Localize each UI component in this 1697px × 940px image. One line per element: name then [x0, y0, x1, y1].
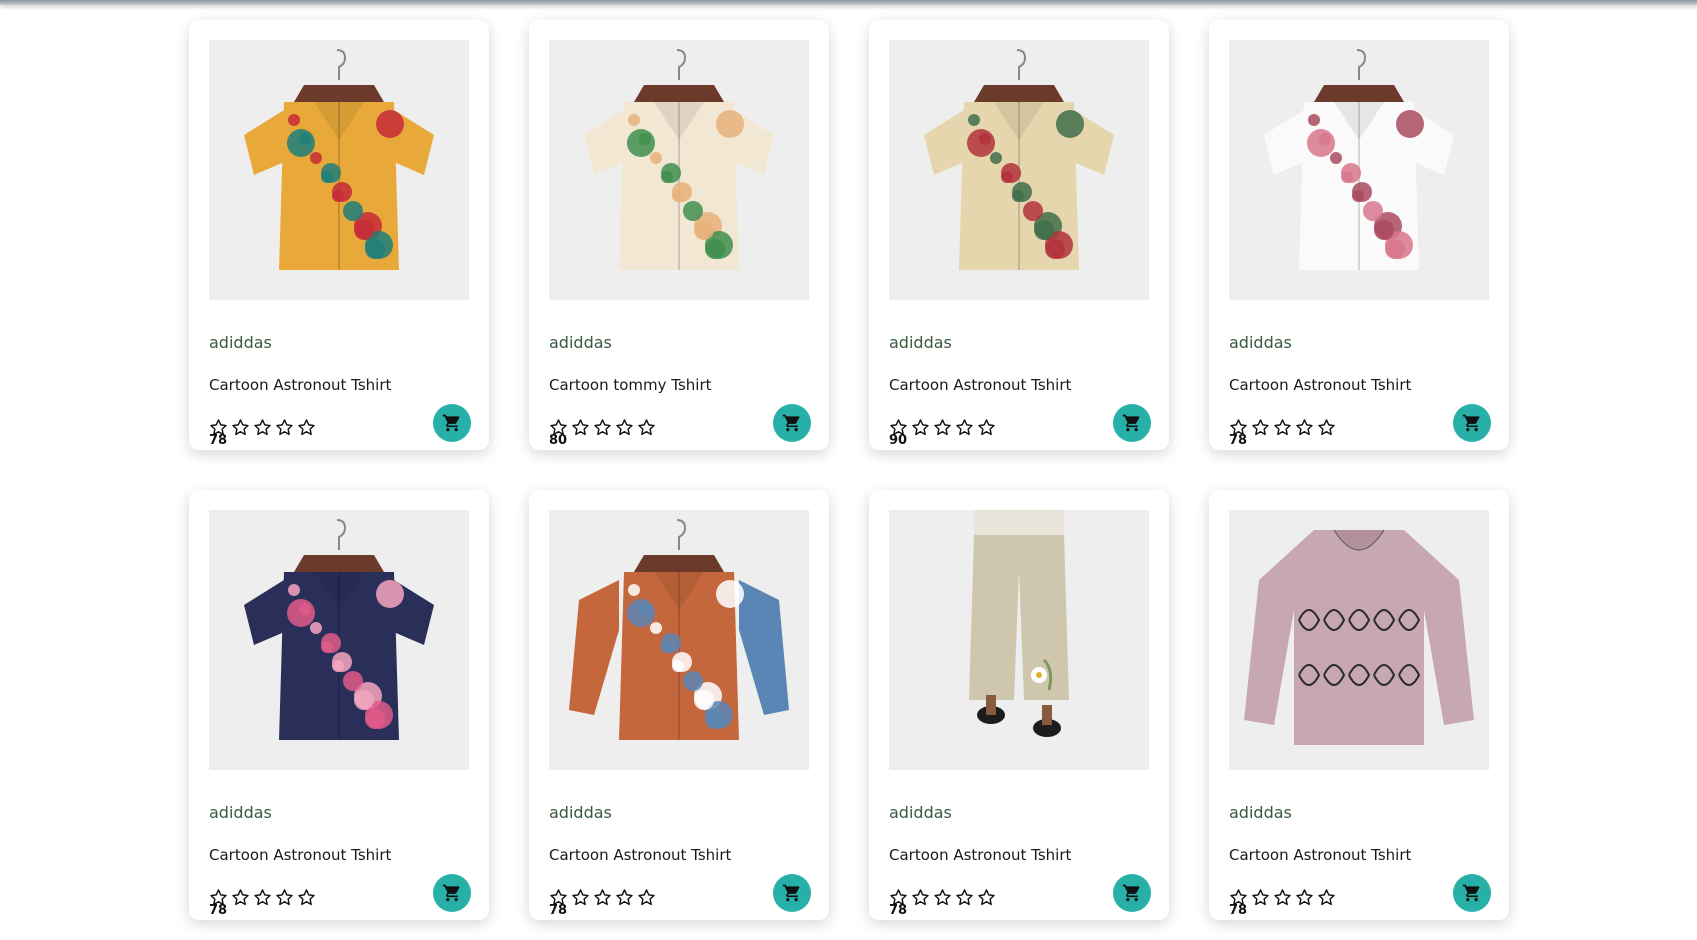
shopping-cart-icon	[1462, 883, 1482, 903]
product-card[interactable]: adiddas Cartoon tommy Tshirt 80	[529, 20, 829, 450]
star-outline-icon[interactable]	[571, 418, 590, 441]
shopping-cart-icon	[1122, 413, 1142, 433]
add-to-cart-button[interactable]	[1113, 404, 1151, 442]
linen-pants-beige-illustration	[969, 510, 1069, 737]
star-outline-icon[interactable]	[571, 888, 590, 911]
product-brand: adiddas	[209, 803, 272, 822]
star-outline-icon[interactable]	[1295, 888, 1314, 911]
product-price: 78	[1229, 433, 1248, 448]
star-outline-icon[interactable]	[955, 418, 974, 441]
product-image[interactable]	[889, 40, 1149, 300]
floral-shirt-beige-red-illustration	[924, 49, 1114, 270]
product-title[interactable]: Cartoon Astronout Tshirt	[549, 846, 731, 864]
add-to-cart-button[interactable]	[1453, 404, 1491, 442]
star-outline-icon[interactable]	[593, 888, 612, 911]
star-outline-icon[interactable]	[637, 418, 656, 441]
product-title[interactable]: Cartoon Astronout Tshirt	[1229, 376, 1411, 394]
product-image[interactable]	[209, 40, 469, 300]
star-outline-icon[interactable]	[297, 888, 316, 911]
product-title[interactable]: Cartoon Astronout Tshirt	[889, 846, 1071, 864]
star-outline-icon[interactable]	[637, 888, 656, 911]
product-brand: adiddas	[1229, 333, 1292, 352]
star-outline-icon[interactable]	[933, 418, 952, 441]
star-outline-icon[interactable]	[1295, 418, 1314, 441]
add-to-cart-button[interactable]	[1113, 874, 1151, 912]
product-brand: adiddas	[209, 333, 272, 352]
add-to-cart-button[interactable]	[773, 404, 811, 442]
add-to-cart-button[interactable]	[773, 874, 811, 912]
shopping-cart-icon	[782, 883, 802, 903]
product-price: 78	[209, 903, 228, 918]
product-title[interactable]: Cartoon tommy Tshirt	[549, 376, 712, 394]
product-price: 90	[889, 433, 908, 448]
top-navbar-edge	[0, 0, 1697, 5]
star-outline-icon[interactable]	[615, 418, 634, 441]
product-price: 78	[549, 903, 568, 918]
shopping-cart-icon	[782, 413, 802, 433]
product-image[interactable]	[889, 510, 1149, 770]
star-outline-icon[interactable]	[1273, 888, 1292, 911]
product-card[interactable]: adiddas Cartoon Astronout Tshirt 78	[1209, 490, 1509, 920]
star-outline-icon[interactable]	[1251, 418, 1270, 441]
add-to-cart-button[interactable]	[433, 404, 471, 442]
cat-print-blouse-mauve-illustration	[1244, 529, 1474, 745]
product-card[interactable]: adiddas Cartoon Astronout Tshirt 78	[1209, 20, 1509, 450]
product-title[interactable]: Cartoon Astronout Tshirt	[889, 376, 1071, 394]
product-title[interactable]: Cartoon Astronout Tshirt	[209, 846, 391, 864]
product-brand: adiddas	[889, 333, 952, 352]
star-outline-icon[interactable]	[1317, 418, 1336, 441]
product-image[interactable]	[1229, 510, 1489, 770]
product-card[interactable]: adiddas Cartoon Astronout Tshirt 78	[189, 490, 489, 920]
star-outline-icon[interactable]	[911, 888, 930, 911]
product-card[interactable]: adiddas Cartoon Astronout Tshirt 78	[189, 20, 489, 450]
star-outline-icon[interactable]	[231, 888, 250, 911]
shopping-cart-icon	[1122, 883, 1142, 903]
star-outline-icon[interactable]	[231, 418, 250, 441]
blossom-shirt-white-pink-illustration	[1264, 49, 1454, 270]
add-to-cart-button[interactable]	[433, 874, 471, 912]
colorblock-shirt-rust-denim-illustration	[569, 519, 789, 740]
star-outline-icon[interactable]	[593, 418, 612, 441]
product-brand: adiddas	[549, 803, 612, 822]
product-image[interactable]	[209, 510, 469, 770]
product-card[interactable]: adiddas Cartoon Astronout Tshirt 78	[869, 490, 1169, 920]
product-price: 80	[549, 433, 568, 448]
product-card[interactable]: adiddas Cartoon Astronout Tshirt 90	[869, 20, 1169, 450]
star-outline-icon[interactable]	[1273, 418, 1292, 441]
product-price: 78	[1229, 903, 1248, 918]
product-brand: adiddas	[889, 803, 952, 822]
star-outline-icon[interactable]	[933, 888, 952, 911]
star-outline-icon[interactable]	[1251, 888, 1270, 911]
product-price: 78	[209, 433, 228, 448]
star-outline-icon[interactable]	[615, 888, 634, 911]
shopping-cart-icon	[1462, 413, 1482, 433]
product-grid: adiddas Cartoon Astronout Tshirt 78 adid…	[189, 20, 1509, 920]
floral-shirt-green-cream-illustration	[584, 49, 774, 270]
star-outline-icon[interactable]	[911, 418, 930, 441]
star-outline-icon[interactable]	[253, 888, 272, 911]
product-brand: adiddas	[549, 333, 612, 352]
shopping-cart-icon	[442, 413, 462, 433]
product-card[interactable]: adiddas Cartoon Astronout Tshirt 78	[529, 490, 829, 920]
star-outline-icon[interactable]	[977, 418, 996, 441]
product-image[interactable]	[549, 40, 809, 300]
star-outline-icon[interactable]	[297, 418, 316, 441]
star-outline-icon[interactable]	[977, 888, 996, 911]
star-outline-icon[interactable]	[1317, 888, 1336, 911]
star-outline-icon[interactable]	[955, 888, 974, 911]
product-title[interactable]: Cartoon Astronout Tshirt	[1229, 846, 1411, 864]
star-outline-icon[interactable]	[275, 888, 294, 911]
floral-shirt-teal-yellow-illustration	[244, 49, 434, 270]
product-price: 78	[889, 903, 908, 918]
star-outline-icon[interactable]	[275, 418, 294, 441]
product-brand: adiddas	[1229, 803, 1292, 822]
add-to-cart-button[interactable]	[1453, 874, 1491, 912]
floral-shirt-navy-pink-illustration	[244, 519, 434, 740]
product-image[interactable]	[549, 510, 809, 770]
shopping-cart-icon	[442, 883, 462, 903]
star-outline-icon[interactable]	[253, 418, 272, 441]
product-title[interactable]: Cartoon Astronout Tshirt	[209, 376, 391, 394]
product-image[interactable]	[1229, 40, 1489, 300]
